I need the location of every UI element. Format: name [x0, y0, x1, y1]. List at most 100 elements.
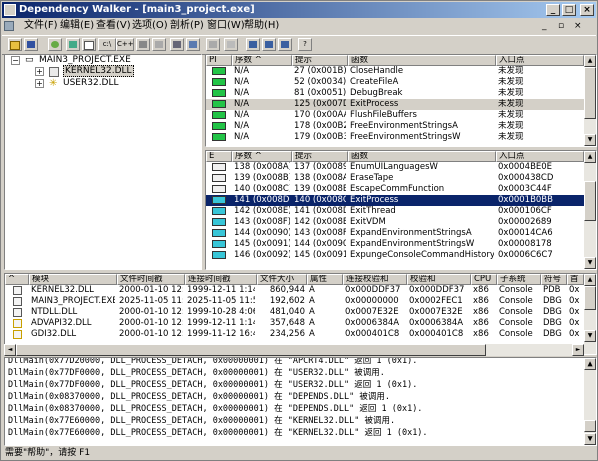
mod-header-9[interactable]: 子系统: [497, 274, 541, 285]
mod-scrollbar[interactable]: ▲ ▼: [584, 274, 596, 354]
ex-row[interactable]: 139 (0x008B) 138 (0x008A) EraseTape 0x00043…: [206, 173, 584, 184]
ex-row[interactable]: 141 (0x008D) 140 (0x008C) ExitProcess 0x000…: [206, 195, 584, 206]
mod-header-3[interactable]: 连接时间戳: [185, 274, 257, 285]
scroll-thumb[interactable]: [584, 181, 596, 221]
mod-header-5[interactable]: 属性: [307, 274, 343, 285]
mod-header-1[interactable]: 模块: [29, 274, 117, 285]
expand-icon[interactable]: [136, 38, 150, 51]
doc-restore-button[interactable]: ▫: [558, 18, 564, 34]
pi-row[interactable]: N/A 52 (0x0034) CreateFileA 未发现: [206, 77, 584, 88]
ex-row[interactable]: 142 (0x008E) 141 (0x008D) ExitThread 0x0001…: [206, 206, 584, 217]
cascade-icon[interactable]: [278, 38, 292, 51]
menu-file[interactable]: 文件(F): [24, 18, 58, 34]
scroll-down-icon[interactable]: ▼: [584, 257, 596, 269]
collapse-icon[interactable]: [152, 38, 166, 51]
menu-help[interactable]: 帮助(H): [244, 18, 279, 34]
doc-close-button[interactable]: ×: [574, 18, 582, 34]
module-row[interactable]: ADVAPI32.DLL 2000-01-10 12:00 1999-12-11 1…: [5, 318, 584, 329]
scroll-up-icon[interactable]: ▲: [584, 151, 596, 163]
ex-row[interactable]: 140 (0x008C) 139 (0x008B) EscapeCommFuncti…: [206, 184, 584, 195]
save-icon[interactable]: [24, 38, 38, 51]
scroll-thumb[interactable]: [584, 420, 596, 432]
scroll-up-icon[interactable]: ▲: [584, 358, 596, 370]
scroll-left-icon[interactable]: ◄: [4, 344, 16, 356]
module-row[interactable]: GDI32.DLL 2000-01-10 12:00 1999-11-12 16:4…: [5, 329, 584, 340]
scroll-up-icon[interactable]: ▲: [584, 274, 596, 286]
mod-header-11[interactable]: 首: [567, 274, 584, 285]
mod-header-8[interactable]: CPU: [471, 274, 497, 285]
menu-window[interactable]: 窗口(W): [207, 18, 245, 34]
tree-expand-toggle[interactable]: +: [35, 79, 44, 88]
tile-horizontal-icon[interactable]: [246, 38, 260, 51]
pi-row[interactable]: N/A 81 (0x0051) DebugBreak 未发现: [206, 88, 584, 99]
pi-header-hint[interactable]: 提示: [292, 55, 348, 66]
mod-header-4[interactable]: 文件大小: [257, 274, 307, 285]
properties-icon[interactable]: [206, 38, 220, 51]
close-button[interactable]: ×: [580, 4, 594, 16]
pi-header-entry[interactable]: 入口点: [496, 55, 584, 66]
ex-row[interactable]: 144 (0x0090) 143 (0x008F) ExpandEnvironmen…: [206, 228, 584, 239]
help-icon[interactable]: ?: [298, 38, 312, 51]
menu-view[interactable]: 查看(V): [96, 18, 131, 34]
refresh-icon[interactable]: [66, 38, 80, 51]
ex-row[interactable]: 143 (0x008F) 142 (0x008E) ExitVDM 0x0000268…: [206, 217, 584, 228]
menu-edit[interactable]: 编辑(E): [60, 18, 94, 34]
mod-hscrollbar[interactable]: ◄ ►: [4, 344, 584, 356]
scroll-thumb[interactable]: [16, 344, 486, 356]
menu-options[interactable]: 选项(O): [132, 18, 168, 34]
ex-header-entry[interactable]: 入口点: [496, 151, 584, 162]
tree-collapse-toggle[interactable]: −: [11, 56, 20, 65]
mod-header-7[interactable]: 校验和: [407, 274, 471, 285]
pi-row[interactable]: N/A 179 (0x00B3) FreeEnvironmentStringsW 未发…: [206, 132, 584, 143]
module-row[interactable]: NTDLL.DLL 2000-01-10 12:00 1999-10-28 4:06…: [5, 307, 584, 318]
scroll-thumb[interactable]: [584, 67, 596, 119]
mod-header-6[interactable]: 连接校验和: [343, 274, 407, 285]
tree-item-user32[interactable]: USER32.DLL: [63, 78, 119, 88]
pi-row[interactable]: N/A 178 (0x00B2) FreeEnvironmentStringsA 未发…: [206, 121, 584, 132]
maximize-button[interactable]: □: [562, 4, 576, 16]
ex-row[interactable]: 138 (0x008A) 137 (0x0089) EnumUILanguagesW…: [206, 162, 584, 173]
pi-row[interactable]: N/A 27 (0x001B) CloseHandle 未发现: [206, 66, 584, 77]
mod-header-2[interactable]: 文件时间戳: [117, 274, 185, 285]
module-row[interactable]: KERNEL32.DLL 2000-01-10 12:00 1999-12-11 1…: [5, 285, 584, 296]
menu-profile[interactable]: 剖析(P): [170, 18, 204, 34]
scroll-right-icon[interactable]: ►: [572, 344, 584, 356]
pi-header-function[interactable]: 函数: [348, 55, 496, 66]
open-icon[interactable]: [8, 38, 22, 51]
document-icon[interactable]: [4, 21, 14, 31]
find-icon[interactable]: [48, 38, 62, 51]
tree-item-kernel32[interactable]: KERNEL32.DLL: [63, 65, 134, 77]
mod-header-10[interactable]: 符号: [541, 274, 567, 285]
pi-header-type[interactable]: PI: [206, 55, 232, 66]
scroll-down-icon[interactable]: ▼: [584, 433, 596, 445]
pi-header-ordinal[interactable]: 序数 ^: [232, 55, 292, 66]
scroll-down-icon[interactable]: ▼: [584, 134, 596, 146]
external-viewer-icon[interactable]: [224, 38, 238, 51]
cpp-names-icon[interactable]: c:\: [98, 38, 116, 51]
ex-row[interactable]: 145 (0x0091) 144 (0x0090) ExpandEnvironmen…: [206, 239, 584, 250]
tile-vertical-icon[interactable]: [262, 38, 276, 51]
ex-header-function[interactable]: 函数: [348, 151, 496, 162]
scroll-up-icon[interactable]: ▲: [584, 55, 596, 67]
ex-row[interactable]: 146 (0x0092) 145 (0x0091) ExpungeConsoleCo…: [206, 250, 584, 261]
undecorate-icon[interactable]: C++: [116, 38, 134, 51]
ex-header-type[interactable]: E: [206, 151, 232, 162]
system-info-icon[interactable]: [186, 38, 200, 51]
module-row[interactable]: MAIN3_PROJECT.EXE 2025-11-05 11:55 2025-11…: [5, 296, 584, 307]
ex-scrollbar[interactable]: ▲ ▼: [584, 151, 596, 269]
scroll-thumb[interactable]: [584, 286, 596, 310]
tree-item-root[interactable]: MAIN3_PROJECT.EXE: [39, 55, 131, 65]
doc-minimize-button[interactable]: _: [542, 18, 547, 34]
ex-header-hint[interactable]: 提示: [292, 151, 348, 162]
view-module-icon[interactable]: [170, 38, 184, 51]
tree-expand-toggle[interactable]: +: [35, 67, 44, 76]
pi-row[interactable]: N/A 125 (0x007D) ExitProcess 未发现: [206, 99, 584, 110]
ex-header-ordinal[interactable]: 序数 ^: [232, 151, 292, 162]
log-scrollbar[interactable]: ▲ ▼: [584, 358, 596, 445]
minimize-button[interactable]: _: [546, 4, 560, 16]
pi-row[interactable]: N/A 170 (0x00AA) FlushFileBuffers 未发现: [206, 110, 584, 121]
mod-header-0[interactable]: ^: [5, 274, 29, 285]
pi-scrollbar[interactable]: ▲ ▼: [584, 55, 596, 146]
copy-icon[interactable]: [82, 38, 96, 51]
scroll-down-icon[interactable]: ▼: [584, 330, 596, 342]
